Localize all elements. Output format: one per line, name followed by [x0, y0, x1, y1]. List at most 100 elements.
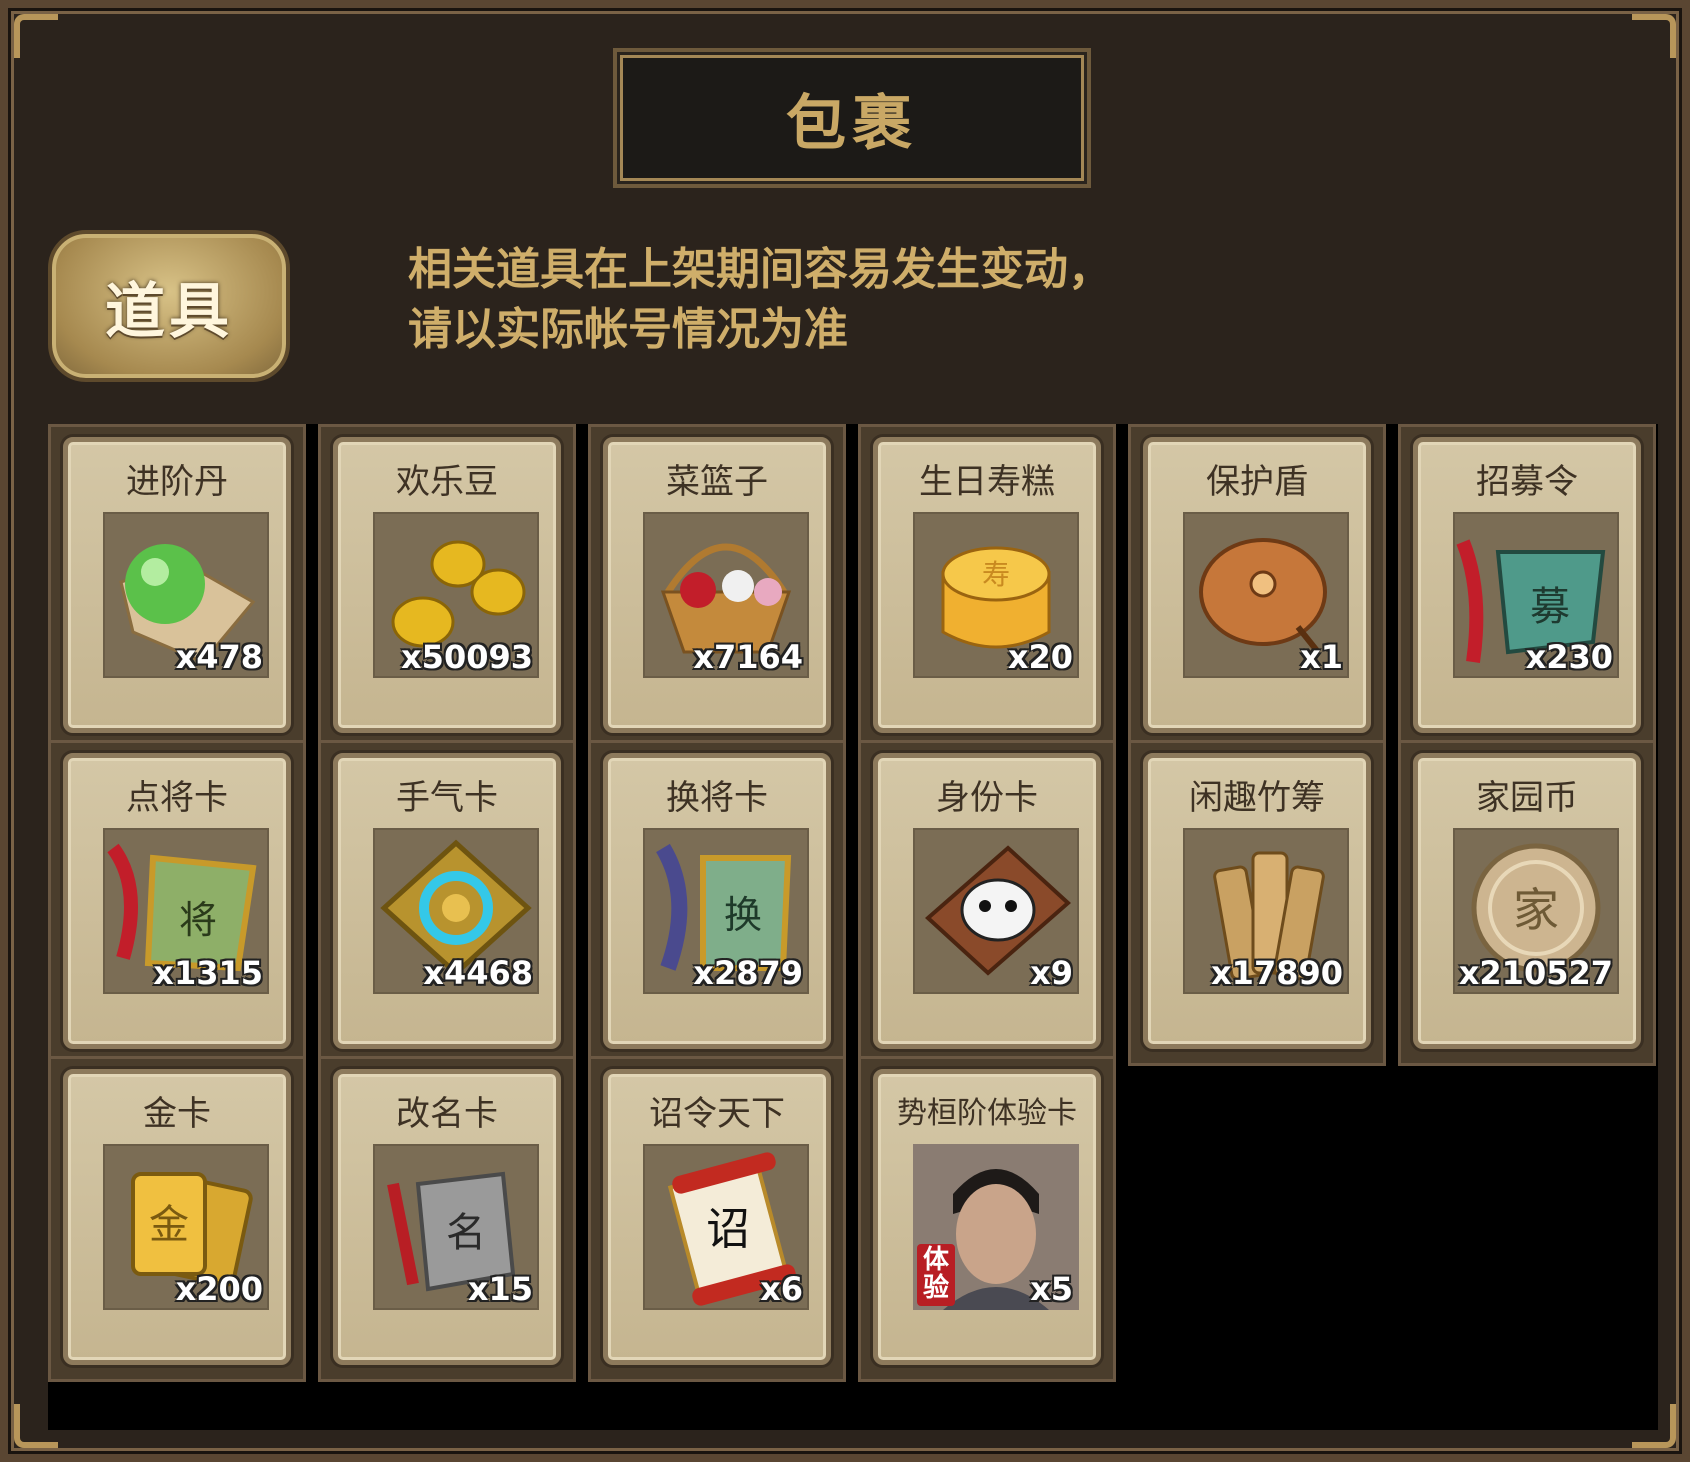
svg-text:寿: 寿: [982, 558, 1010, 591]
item-quantity: x7164: [693, 638, 803, 676]
item-name: 点将卡: [126, 778, 228, 818]
item-name: 生日寿糕: [919, 462, 1055, 502]
item-quantity: x50093: [401, 638, 533, 676]
item-quantity: x478: [175, 638, 263, 676]
item-card-cailanzi[interactable]: 菜篮子 x7164: [603, 437, 831, 733]
item-slot: 家园币 家 x210527: [1398, 740, 1656, 1066]
item-icon-frame: 将 x1315: [103, 828, 269, 994]
item-name: 身份卡: [936, 778, 1038, 818]
item-icon-frame: x7164: [643, 512, 809, 678]
item-slot: 身份卡 x9: [858, 740, 1116, 1066]
notice-line-2: 请以实际帐号情况为准: [408, 304, 848, 355]
item-card-shenfenka[interactable]: 身份卡 x9: [873, 753, 1101, 1049]
item-icon-frame: x9: [913, 828, 1079, 994]
item-name: 菜篮子: [666, 462, 768, 502]
item-quantity: x2879: [693, 954, 803, 992]
item-name: 进阶丹: [126, 462, 228, 502]
item-name: 换将卡: [666, 778, 768, 818]
title-banner: 包裹: [613, 48, 1091, 188]
item-card-xianquzhuchou[interactable]: 闲趣竹筹 x17890: [1143, 753, 1371, 1049]
item-quantity: x230: [1525, 638, 1613, 676]
item-slot: 金卡 金 x200: [48, 1056, 306, 1382]
item-name: 招募令: [1476, 462, 1578, 502]
item-name: 欢乐豆: [396, 462, 498, 502]
item-quantity: x1: [1300, 638, 1343, 676]
item-card-zhaolingtianxia[interactable]: 诏令天下 诏 x6: [603, 1069, 831, 1365]
item-icon-frame: 体验 x5: [913, 1144, 1079, 1310]
page-title: 包裹: [786, 88, 918, 159]
item-icon-frame: x478: [103, 512, 269, 678]
corner-ornament: [14, 14, 58, 58]
item-quantity: x20: [1007, 638, 1073, 676]
item-quantity: x200: [175, 1270, 263, 1308]
item-card-baohudun[interactable]: 保护盾 x1: [1143, 437, 1371, 733]
item-icon-frame: 寿 x20: [913, 512, 1079, 678]
trial-badge: 体验: [922, 1245, 949, 1303]
item-card-zhaomuling[interactable]: 招募令 募 x230: [1413, 437, 1641, 733]
item-name: 势桓阶体验卡: [897, 1096, 1077, 1131]
item-slot: 换将卡 换 x2879: [588, 740, 846, 1066]
svg-text:募: 募: [1530, 584, 1570, 630]
item-quantity: x6: [760, 1270, 803, 1308]
item-name: 保护盾: [1206, 462, 1308, 502]
inventory-window: 包裹 道具 相关道具在上架期间容易发生变动， 请以实际帐号情况为准 进阶丹 x4…: [0, 0, 1690, 1462]
item-grid: 进阶丹 x478 欢乐豆 x50093 菜篮子 x7164 生日寿糕 寿 x20…: [48, 424, 1658, 1430]
item-slot: 点将卡 将 x1315: [48, 740, 306, 1066]
item-slot: 诏令天下 诏 x6: [588, 1056, 846, 1382]
item-quantity: x5: [1030, 1270, 1073, 1308]
item-card-jinka[interactable]: 金卡 金 x200: [63, 1069, 291, 1365]
item-icon-frame: x17890: [1183, 828, 1349, 994]
item-slot: 欢乐豆 x50093: [318, 424, 576, 750]
item-name: 改名卡: [396, 1094, 498, 1134]
notice-text: 相关道具在上架期间容易发生变动， 请以实际帐号情况为准: [408, 240, 1112, 360]
item-icon-frame: 家 x210527: [1453, 828, 1619, 994]
item-slot: 生日寿糕 寿 x20: [858, 424, 1116, 750]
item-icon-frame: 诏 x6: [643, 1144, 809, 1310]
corner-ornament: [1632, 14, 1676, 58]
item-name: 诏令天下: [649, 1094, 785, 1134]
item-card-dianjiangka[interactable]: 点将卡 将 x1315: [63, 753, 291, 1049]
item-quantity: x17890: [1211, 954, 1343, 992]
item-name: 家园币: [1476, 778, 1578, 818]
item-slot: 招募令 募 x230: [1398, 424, 1656, 750]
item-name: 金卡: [143, 1094, 211, 1134]
item-card-shengrishougao[interactable]: 生日寿糕 寿 x20: [873, 437, 1101, 733]
item-quantity: x1315: [153, 954, 263, 992]
svg-text:诏: 诏: [706, 1204, 750, 1255]
svg-text:家: 家: [1513, 883, 1559, 937]
item-name: 闲趣竹筹: [1189, 778, 1325, 818]
item-slot: 闲趣竹筹 x17890: [1128, 740, 1386, 1066]
item-card-jiayuanbi[interactable]: 家园币 家 x210527: [1413, 753, 1641, 1049]
item-slot: 改名卡 名 x15: [318, 1056, 576, 1382]
item-quantity: x210527: [1458, 954, 1613, 992]
item-icon-frame: 换 x2879: [643, 828, 809, 994]
svg-text:换: 换: [724, 893, 762, 937]
item-card-huanjiangka[interactable]: 换将卡 换 x2879: [603, 753, 831, 1049]
item-name: 手气卡: [396, 778, 498, 818]
item-quantity: x9: [1030, 954, 1073, 992]
item-slot: 进阶丹 x478: [48, 424, 306, 750]
tab-items[interactable]: 道具: [48, 230, 290, 382]
item-quantity: x15: [467, 1270, 533, 1308]
svg-text:金: 金: [149, 1202, 189, 1248]
item-icon-frame: x4468: [373, 828, 539, 994]
item-card-huanledou[interactable]: 欢乐豆 x50093: [333, 437, 561, 733]
notice-line-1: 相关道具在上架期间容易发生变动，: [408, 244, 1112, 295]
item-card-shouqika[interactable]: 手气卡 x4468: [333, 753, 561, 1049]
item-icon-frame: 金 x200: [103, 1144, 269, 1310]
item-card-jinjiedan[interactable]: 进阶丹 x478: [63, 437, 291, 733]
item-icon-frame: x1: [1183, 512, 1349, 678]
svg-text:名: 名: [446, 1210, 486, 1256]
item-slot: 保护盾 x1: [1128, 424, 1386, 750]
item-card-shihuanjietiyanka[interactable]: 势桓阶体验卡 体验 x5: [873, 1069, 1101, 1365]
item-icon-frame: 名 x15: [373, 1144, 539, 1310]
item-icon-frame: 募 x230: [1453, 512, 1619, 678]
item-card-gaimingka[interactable]: 改名卡 名 x15: [333, 1069, 561, 1365]
tab-items-label: 道具: [105, 276, 233, 347]
item-slot: 菜篮子 x7164: [588, 424, 846, 750]
item-quantity: x4468: [423, 954, 533, 992]
item-slot: 势桓阶体验卡 体验 x5: [858, 1056, 1116, 1382]
item-slot: 手气卡 x4468: [318, 740, 576, 1066]
item-icon-frame: x50093: [373, 512, 539, 678]
svg-text:将: 将: [179, 898, 217, 942]
